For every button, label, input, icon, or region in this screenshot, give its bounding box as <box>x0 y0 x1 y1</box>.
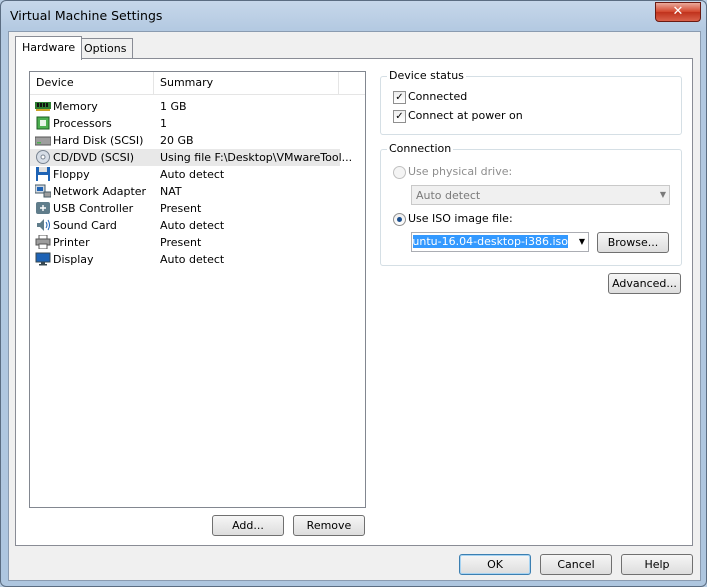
device-summary: 20 GB <box>160 134 194 147</box>
device-row-processors[interactable]: Processors 1 <box>30 115 340 132</box>
device-name: Processors <box>53 117 112 130</box>
close-button[interactable]: ✕ <box>655 2 701 22</box>
tab-options[interactable]: Options <box>77 38 134 59</box>
device-summary: Auto detect <box>160 253 225 266</box>
connected-label[interactable]: Connected <box>408 90 467 103</box>
use-iso-image-label[interactable]: Use ISO image file: <box>408 212 513 225</box>
iso-image-path-value: \ubuntu-16.04-desktop-i386.iso <box>413 235 568 248</box>
device-row-usb-controller[interactable]: USB Controller Present <box>30 200 340 217</box>
chevron-down-icon[interactable]: ▼ <box>579 233 585 251</box>
device-status-label: Device status <box>387 69 466 82</box>
device-name: CD/DVD (SCSI) <box>53 151 135 164</box>
device-row-network-adapter[interactable]: Network Adapter NAT <box>30 183 340 200</box>
memory-icon <box>35 102 51 111</box>
connect-at-power-on-label[interactable]: Connect at power on <box>408 109 523 122</box>
device-summary: 1 <box>160 117 167 130</box>
processor-icon <box>36 116 50 130</box>
physical-drive-select[interactable]: Auto detect ▼ <box>411 185 670 205</box>
use-physical-drive-radio[interactable] <box>393 166 406 179</box>
floppy-icon <box>36 167 50 181</box>
connection-label: Connection <box>387 142 454 155</box>
dialog-client-area: Hardware Options Device Summary Memory 1… <box>8 31 701 581</box>
device-name: Network Adapter <box>53 185 147 198</box>
sound-card-icon <box>37 219 50 231</box>
remove-device-button[interactable]: Remove <box>293 515 365 536</box>
ok-button[interactable]: OK <box>459 554 531 575</box>
column-header-summary[interactable]: Summary <box>154 72 339 94</box>
browse-button[interactable]: Browse... <box>597 232 669 253</box>
connected-checkbox[interactable]: ✓ <box>393 91 406 104</box>
hard-disk-icon <box>35 136 51 146</box>
network-adapter-icon <box>35 184 51 198</box>
settings-window: Virtual Machine Settings ✕ Hardware Opti… <box>0 0 707 587</box>
add-device-button[interactable]: Add... <box>212 515 284 536</box>
device-list[interactable]: Device Summary Memory 1 GB Processors 1 … <box>29 71 366 508</box>
device-name: Memory <box>53 100 98 113</box>
device-name: Sound Card <box>53 219 117 232</box>
advanced-button[interactable]: Advanced... <box>608 273 681 294</box>
device-row-hard-disk[interactable]: Hard Disk (SCSI) 20 GB <box>30 132 340 149</box>
device-summary: Present <box>160 236 202 249</box>
device-name: Hard Disk (SCSI) <box>53 134 144 147</box>
close-icon: ✕ <box>672 4 684 19</box>
tab-hardware[interactable]: Hardware <box>15 36 83 60</box>
use-iso-image-radio[interactable] <box>393 213 406 226</box>
device-row-memory[interactable]: Memory 1 GB <box>30 98 340 115</box>
device-name: USB Controller <box>53 202 134 215</box>
hardware-panel: Device Summary Memory 1 GB Processors 1 … <box>15 58 693 546</box>
chevron-down-icon: ▼ <box>659 190 666 199</box>
device-summary: NAT <box>160 185 182 198</box>
device-list-header: Device Summary <box>30 72 365 95</box>
window-title: Virtual Machine Settings <box>10 8 163 23</box>
column-header-device[interactable]: Device <box>30 72 154 94</box>
iso-image-path-combo[interactable]: \ubuntu-16.04-desktop-i386.iso ▼ <box>411 232 589 252</box>
cancel-button[interactable]: Cancel <box>540 554 612 575</box>
device-row-cd-dvd[interactable]: CD/DVD (SCSI) Using file F:\Desktop\VMwa… <box>30 149 352 166</box>
help-button[interactable]: Help <box>621 554 693 575</box>
device-row-floppy[interactable]: Floppy Auto detect <box>30 166 340 183</box>
cd-dvd-icon <box>36 150 50 164</box>
printer-icon <box>35 235 51 249</box>
device-status-group: Device status ✓ Connected ✓ Connect at p… <box>380 69 682 135</box>
physical-drive-value: Auto detect <box>416 189 481 202</box>
device-summary: Using file F:\Desktop\VMwareTool... <box>160 151 353 164</box>
device-name: Floppy <box>53 168 90 181</box>
device-summary: Present <box>160 202 202 215</box>
device-name: Printer <box>53 236 90 249</box>
device-summary: 1 GB <box>160 100 187 113</box>
connection-group: Connection Use physical drive: Auto dete… <box>380 142 682 266</box>
device-row-printer[interactable]: Printer Present <box>30 234 340 251</box>
usb-icon <box>36 202 50 214</box>
device-summary: Auto detect <box>160 168 225 181</box>
connect-at-power-on-checkbox[interactable]: ✓ <box>393 110 406 123</box>
device-name: Display <box>53 253 94 266</box>
display-icon <box>35 252 51 266</box>
title-bar[interactable]: Virtual Machine Settings ✕ <box>1 1 706 31</box>
device-summary: Auto detect <box>160 219 225 232</box>
device-row-sound-card[interactable]: Sound Card Auto detect <box>30 217 340 234</box>
iso-image-path-input[interactable]: \ubuntu-16.04-desktop-i386.iso <box>413 234 568 250</box>
use-physical-drive-label[interactable]: Use physical drive: <box>408 165 512 178</box>
device-row-display[interactable]: Display Auto detect <box>30 251 340 268</box>
